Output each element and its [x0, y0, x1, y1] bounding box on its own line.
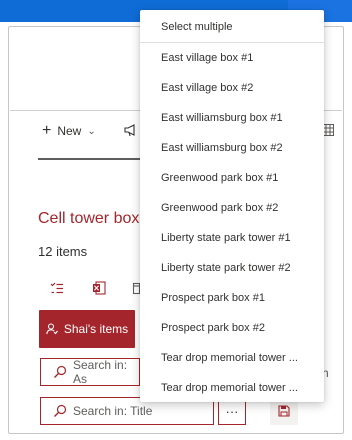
more-options-label: ···: [225, 403, 239, 419]
shais-items-button[interactable]: Shai's items: [39, 310, 135, 348]
filter-dropdown-menu: Select multiple East village box #1 East…: [140, 10, 324, 402]
menu-item[interactable]: Liberty state park tower #2: [140, 253, 324, 283]
checklist-icon[interactable]: [50, 281, 64, 295]
list-title: Cell tower box: [38, 210, 140, 227]
new-button-label: New: [57, 124, 82, 138]
plus-icon: +: [42, 122, 52, 139]
menu-item[interactable]: Liberty state park tower #1: [140, 223, 324, 253]
menu-item[interactable]: Prospect park box #1: [140, 283, 324, 313]
search-assets-placeholder: Search in: As: [73, 358, 128, 386]
shais-items-label: Shai's items: [63, 322, 129, 336]
search-title-placeholder: Search in: Title: [73, 404, 153, 418]
search-icon: [54, 404, 67, 417]
megaphone-icon[interactable]: [124, 123, 140, 137]
new-button[interactable]: + New ⌄: [42, 121, 96, 141]
menu-item[interactable]: East village box #1: [140, 43, 324, 73]
menu-item[interactable]: Tear drop memorial tower ...: [140, 373, 324, 403]
person-icon: [46, 323, 58, 335]
menu-item[interactable]: Prospect park box #2: [140, 313, 324, 343]
search-icon: [54, 365, 67, 378]
menu-item[interactable]: Greenwood park box #2: [140, 193, 324, 223]
menu-item-select-multiple[interactable]: Select multiple: [140, 12, 324, 42]
item-count: 12 items: [38, 244, 88, 259]
excel-icon[interactable]: [92, 281, 106, 295]
save-icon: [278, 405, 290, 417]
search-assets-input[interactable]: Search in: As: [40, 358, 140, 386]
menu-item[interactable]: East village box #2: [140, 73, 324, 103]
menu-item[interactable]: East williamsburg box #2: [140, 133, 324, 163]
chevron-down-icon: ⌄: [87, 125, 96, 137]
menu-item[interactable]: Greenwood park box #1: [140, 163, 324, 193]
menu-item[interactable]: Tear drop memorial tower ...: [140, 343, 324, 373]
command-bar-underline: [38, 158, 142, 160]
menu-item[interactable]: East williamsburg box #1: [140, 103, 324, 133]
